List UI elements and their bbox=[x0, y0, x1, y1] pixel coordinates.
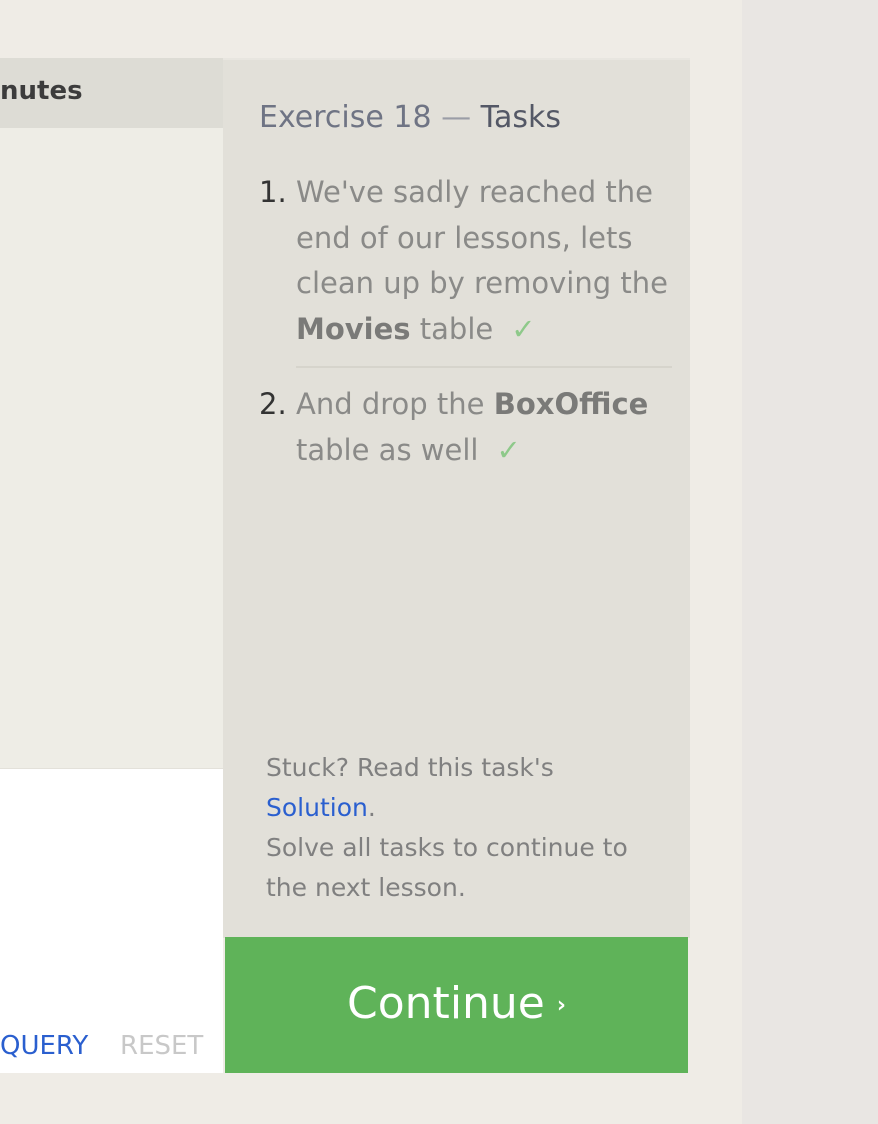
task-help: Stuck? Read this task's Solution. Solve … bbox=[266, 748, 666, 908]
tasks-title-separator: — bbox=[441, 100, 472, 135]
task-item: 1. We've sadly reached the end of our le… bbox=[259, 170, 671, 366]
task-number: 1. bbox=[259, 175, 287, 209]
check-icon: ✓ bbox=[511, 311, 536, 346]
column-header-minutes: nutes bbox=[0, 76, 83, 106]
tasks-panel: Exercise 18 — Tasks 1. We've sadly reach… bbox=[223, 58, 690, 938]
query-results-panel: nutes QUERY RESET bbox=[0, 58, 223, 1073]
solution-link[interactable]: Solution bbox=[266, 793, 368, 822]
continue-label: Continue bbox=[347, 978, 545, 1029]
task-text: And drop the bbox=[296, 387, 494, 421]
task-table-name: Movies bbox=[296, 311, 411, 346]
page-gutter bbox=[742, 0, 878, 1124]
task-text: table as well bbox=[296, 432, 479, 467]
tasks-title-label: Tasks bbox=[480, 100, 562, 135]
task-number: 2. bbox=[259, 387, 287, 421]
stuck-text: Stuck? Read this task's bbox=[266, 753, 554, 782]
continue-button[interactable]: Continue › bbox=[225, 937, 688, 1073]
task-text: table bbox=[410, 311, 494, 346]
chevron-right-icon: › bbox=[556, 993, 566, 1018]
solution-period: . bbox=[367, 793, 376, 822]
solve-all-text: Solve all tasks to continue to the next … bbox=[266, 833, 628, 902]
tasks-title-exercise: Exercise 18 bbox=[259, 100, 432, 135]
task-list: 1. We've sadly reached the end of our le… bbox=[259, 170, 672, 473]
results-table-header: nutes bbox=[0, 58, 223, 128]
tasks-title: Exercise 18 — Tasks bbox=[259, 100, 561, 135]
run-query-button[interactable]: QUERY bbox=[0, 1031, 88, 1061]
task-item: 2. And drop the BoxOffice table as well ✓ bbox=[259, 382, 671, 473]
task-text: We've sadly reached the end of our lesso… bbox=[296, 175, 668, 300]
task-table-name: BoxOffice bbox=[493, 387, 649, 421]
query-editor[interactable]: QUERY RESET bbox=[0, 768, 223, 1073]
check-icon: ✓ bbox=[496, 432, 521, 467]
reset-button[interactable]: RESET bbox=[120, 1031, 203, 1061]
task-divider bbox=[296, 366, 672, 368]
